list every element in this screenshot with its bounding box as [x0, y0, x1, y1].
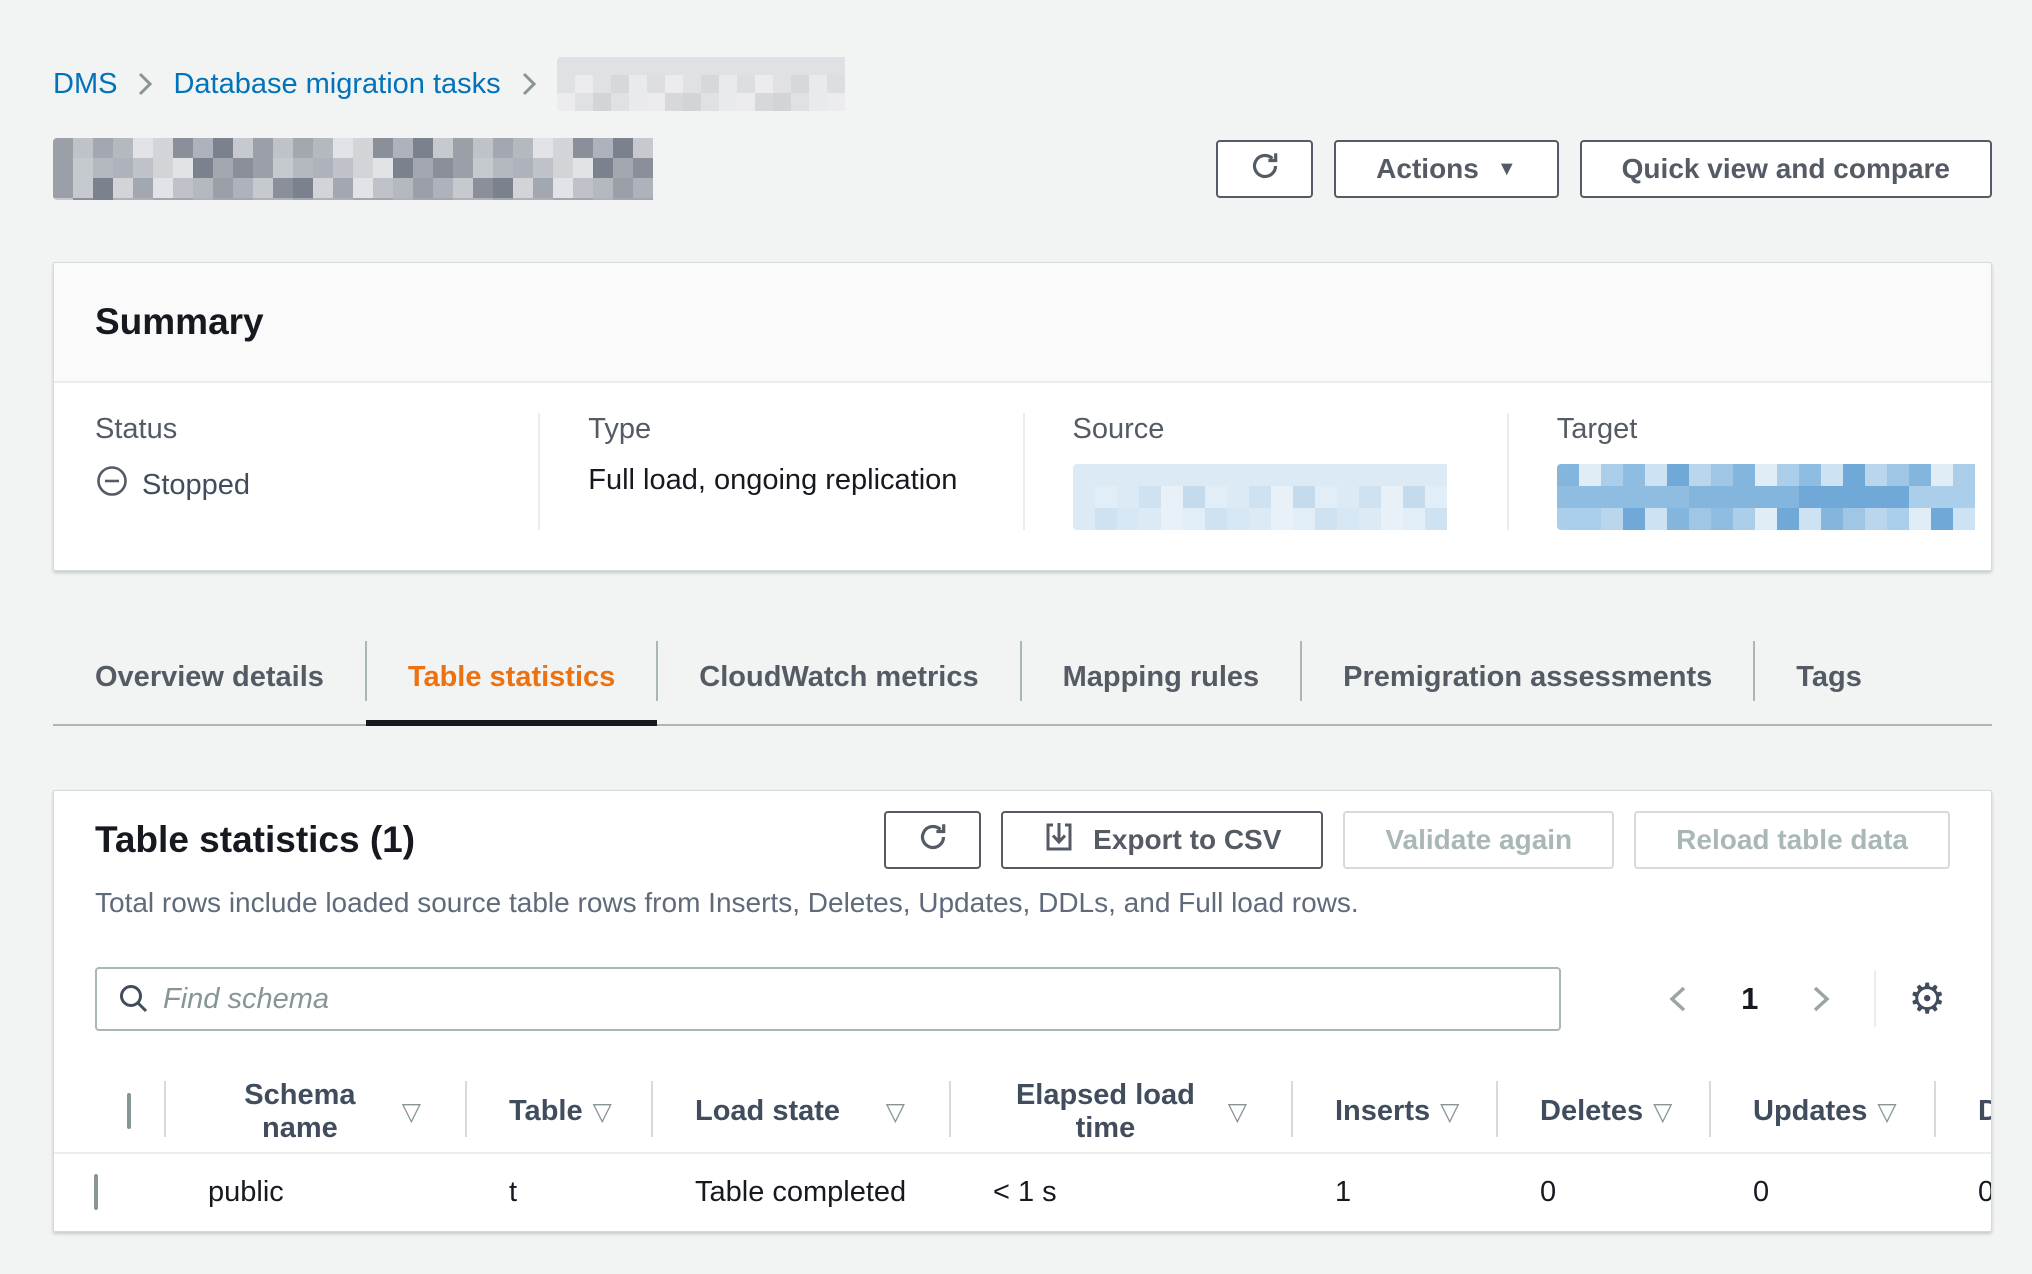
summary-field-source: Source	[1023, 413, 1507, 530]
target-endpoint-redacted	[1557, 464, 1991, 530]
status-value: Stopped	[95, 464, 490, 506]
sort-icon[interactable]: ▽	[1440, 1097, 1459, 1127]
cell-load-state: Table completed	[651, 1153, 949, 1231]
row-checkbox[interactable]	[94, 1174, 98, 1210]
column-header-inserts[interactable]: Inserts	[1335, 1095, 1430, 1128]
reload-table-data-button[interactable]: Reload table data	[1634, 811, 1950, 869]
summary-panel: Summary Status Stopped Type Full load, o…	[53, 262, 1992, 571]
status-label: Status	[95, 413, 490, 446]
table-statistics-description: Total rows include loaded source table r…	[95, 887, 1950, 919]
summary-field-type: Type Full load, ongoing replication	[538, 413, 1022, 530]
source-label: Source	[1073, 413, 1459, 446]
cell-deletes: 0	[1496, 1153, 1709, 1231]
search-icon	[117, 982, 151, 1021]
cell-schema-name: public	[164, 1153, 465, 1231]
chevron-right-icon	[1806, 982, 1834, 1016]
table-statistics-table: Schema name ▽ Table ▽ Load state ▽ Elapsed …	[54, 1071, 1992, 1231]
summary-header: Summary	[54, 263, 1991, 383]
next-page-button[interactable]	[1798, 974, 1842, 1024]
page-title-redacted	[53, 138, 661, 200]
find-schema-input[interactable]	[95, 967, 1561, 1031]
column-header-deletes[interactable]: Deletes	[1540, 1095, 1643, 1128]
stopped-circle-minus-icon	[95, 464, 129, 506]
breadcrumb-task-name-redacted	[557, 57, 853, 111]
sort-icon[interactable]: ▽	[1877, 1097, 1896, 1127]
sort-icon[interactable]: ▽	[1228, 1097, 1247, 1127]
tab-premigration-assessments[interactable]: Premigration assessments	[1301, 635, 1754, 724]
source-endpoint-redacted	[1073, 464, 1463, 530]
validate-again-button[interactable]: Validate again	[1343, 811, 1614, 869]
table-header-row: Schema name ▽ Table ▽ Load state ▽ Elapsed …	[54, 1071, 1992, 1153]
cell-inserts: 1	[1291, 1153, 1496, 1231]
tab-overview-details[interactable]: Overview details	[53, 635, 366, 724]
download-icon	[1043, 821, 1075, 860]
table-statistics-header: Table statistics (1)	[54, 791, 1991, 919]
cell-table: t	[465, 1153, 651, 1231]
current-page-number: 1	[1741, 981, 1758, 1017]
header-actions: Actions ▼ Quick view and compare	[1216, 140, 1992, 198]
refresh-icon	[1248, 149, 1282, 190]
sort-icon[interactable]: ▽	[886, 1097, 905, 1127]
summary-title: Summary	[95, 301, 1950, 343]
refresh-button[interactable]	[1216, 140, 1313, 198]
actions-menu-label: Actions	[1376, 153, 1479, 185]
cell-elapsed-load-time: < 1 s	[949, 1153, 1291, 1231]
page-header: Actions ▼ Quick view and compare	[53, 138, 1992, 200]
status-text: Stopped	[142, 469, 250, 502]
column-header-load-state[interactable]: Load state	[695, 1095, 840, 1128]
gear-icon: ⚙	[1908, 975, 1946, 1022]
breadcrumb-chevron-icon	[137, 71, 153, 97]
previous-page-button[interactable]	[1657, 974, 1701, 1024]
table-statistics-panel: Table statistics (1)	[53, 790, 1992, 1232]
select-all-checkbox[interactable]	[127, 1093, 131, 1129]
table-settings-button[interactable]: ⚙	[1904, 978, 1950, 1020]
summary-field-target: Target	[1507, 413, 1991, 530]
column-header-updates[interactable]: Updates	[1753, 1095, 1867, 1128]
tab-mapping-rules[interactable]: Mapping rules	[1021, 635, 1302, 724]
sort-icon[interactable]: ▽	[593, 1097, 612, 1127]
tab-table-statistics[interactable]: Table statistics	[366, 635, 657, 724]
refresh-icon	[916, 820, 950, 861]
cell-updates: 0	[1709, 1153, 1934, 1231]
table-toolbar: 1 ⚙	[54, 967, 1991, 1031]
breadcrumb-link-dms[interactable]: DMS	[53, 68, 117, 101]
summary-body: Status Stopped Type Full load, ongoing r…	[54, 383, 1991, 570]
table-statistics-buttons: Export to CSV Validate again Reload tabl…	[884, 811, 1950, 869]
type-value: Full load, ongoing replication	[588, 464, 974, 497]
sort-icon[interactable]: ▽	[1653, 1097, 1672, 1127]
column-header-table[interactable]: Table	[509, 1095, 583, 1128]
export-to-csv-button[interactable]: Export to CSV	[1001, 811, 1323, 869]
tab-cloudwatch-metrics[interactable]: CloudWatch metrics	[657, 635, 1020, 724]
summary-field-status: Status Stopped	[54, 413, 538, 530]
type-label: Type	[588, 413, 974, 446]
actions-menu-button[interactable]: Actions ▼	[1334, 140, 1558, 198]
chevron-left-icon	[1665, 982, 1693, 1016]
tab-bar: Overview details Table statistics CloudW…	[53, 635, 1992, 726]
sort-icon[interactable]: ▽	[402, 1097, 421, 1127]
pagination: 1 ⚙	[1657, 971, 1950, 1027]
table-row: public t Table completed < 1 s 1 0 0 0	[54, 1153, 1992, 1231]
breadcrumb-chevron-icon	[521, 71, 537, 97]
cell-ddls: 0	[1934, 1153, 1992, 1231]
schema-search	[95, 967, 1561, 1031]
table-refresh-button[interactable]	[884, 811, 981, 869]
dms-task-page: DMS Database migration tasks Actions	[53, 0, 1992, 1232]
quick-view-compare-button[interactable]: Quick view and compare	[1580, 140, 1992, 198]
target-label: Target	[1557, 413, 1943, 446]
breadcrumb: DMS Database migration tasks	[53, 56, 1992, 112]
toolbar-divider	[1874, 971, 1876, 1027]
export-to-csv-label: Export to CSV	[1093, 824, 1281, 856]
breadcrumb-link-migration-tasks[interactable]: Database migration tasks	[173, 68, 500, 101]
table-statistics-title: Table statistics (1)	[95, 819, 415, 861]
tab-tags[interactable]: Tags	[1754, 635, 1904, 724]
caret-down-icon: ▼	[1497, 159, 1517, 179]
column-header-schema-name[interactable]: Schema name	[208, 1079, 392, 1145]
column-header-elapsed-load-time[interactable]: Elapsed load time	[993, 1079, 1218, 1145]
column-header-ddls[interactable]: DDLs	[1978, 1095, 1992, 1128]
